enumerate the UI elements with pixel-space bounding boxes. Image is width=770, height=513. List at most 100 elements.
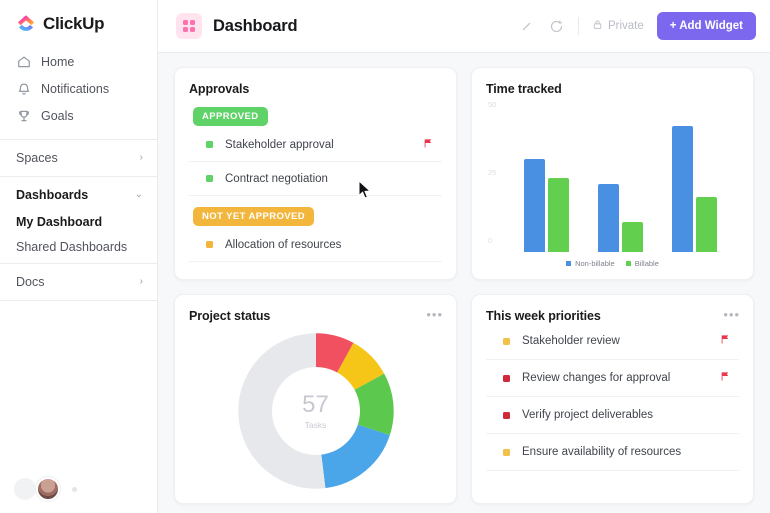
approvals-widget: Approvals APPROVED Stakeholder approval … [174,67,457,280]
sidebar-item-my-dashboard[interactable]: My Dashboard [0,209,157,234]
sidebar-item-dashboards[interactable]: Dashboards ⌄ [0,181,157,209]
bar-non-billable[interactable] [524,159,545,252]
task-label: Contract negotiation [225,173,328,185]
bar-billable[interactable] [622,222,643,252]
task-label: Ensure availability of resources [522,446,681,458]
brand-name: ClickUp [43,14,104,34]
clickup-logo-icon [16,14,36,34]
status-dot [206,175,213,182]
status-dot [206,141,213,148]
priority-dot [503,338,510,345]
clickup-dashboard-app: ClickUp Home Notifications Goals [0,0,770,513]
priority-flag-icon[interactable] [423,136,434,154]
y-axis-tick-50: 50 [488,100,496,109]
main-area: Dashboard Private + Add Widget [158,0,770,513]
legend-swatch [626,261,631,266]
trophy-icon [16,108,31,123]
priority-flag-icon[interactable] [720,369,731,387]
more-options-icon[interactable]: ••• [426,308,443,321]
widget-title: Approvals [189,82,442,96]
list-item[interactable]: Verify project deliverables [486,397,739,434]
page-title: Dashboard [213,17,297,36]
sidebar-item-spaces[interactable]: Spaces › [0,144,157,172]
bar-chart: 50 25 0 [486,102,739,252]
add-widget-button[interactable]: + Add Widget [657,12,756,40]
bar-billable[interactable] [696,197,717,252]
chevron-right-icon: › [140,277,143,287]
lock-icon [592,19,603,33]
status-dot [206,241,213,248]
sidebar-item-label: Home [41,55,74,69]
donut-ring: 57 Tasks [236,331,396,491]
donut-center: 57 Tasks [272,367,360,455]
chevron-right-icon: › [140,153,143,163]
bar-group [524,102,569,252]
priority-dot [503,449,510,456]
widget-title: Project status [189,309,442,323]
table-row[interactable]: Contract negotiation [189,162,442,196]
more-options-icon[interactable]: ••• [723,308,740,321]
legend-item-billable[interactable]: Billable [626,259,659,268]
task-label: Stakeholder review [522,335,620,347]
legend-label: Non-billable [575,259,615,268]
project-status-widget: Project status ••• [174,294,457,504]
chart-legend: Non-billable Billable [486,259,739,268]
sidebar-item-label: Goals [41,109,74,123]
sidebar-divider-1 [0,139,157,140]
topbar: Dashboard Private + Add Widget [158,0,770,53]
table-row[interactable]: Allocation of resources [189,228,442,262]
status-badge-approved: APPROVED [193,107,268,126]
priority-flag-icon[interactable] [720,332,731,350]
y-axis-tick-25: 25 [488,168,496,177]
time-tracked-widget: Time tracked 50 25 0 [471,67,754,280]
widget-title: Time tracked [486,82,739,96]
status-badge-not-yet-approved: NOT YET APPROVED [193,207,314,226]
task-label: Allocation of resources [225,239,341,251]
primary-nav: Home Notifications Goals [0,46,157,135]
sidebar-item-goals[interactable]: Goals [0,102,157,129]
sidebar-divider-2 [0,176,157,177]
y-axis-tick-0: 0 [488,236,492,245]
sidebar-item-label: Notifications [41,82,109,96]
sidebar-item-docs[interactable]: Docs › [0,268,157,296]
bar-non-billable[interactable] [598,184,619,252]
home-icon [16,54,31,69]
placeholder-avatar [14,478,36,500]
legend-item-non-billable[interactable]: Non-billable [566,259,615,268]
list-item[interactable]: Ensure availability of resources [486,434,739,471]
table-row[interactable]: Stakeholder approval [189,128,442,162]
bar-group [598,102,643,252]
task-label: Verify project deliverables [522,409,653,421]
topbar-actions: Private + Add Widget [518,12,756,40]
privacy-toggle[interactable]: Private [592,19,644,33]
donut-center-label: Tasks [305,420,327,430]
sidebar-item-label: My Dashboard [16,215,102,229]
sidebar-item-home[interactable]: Home [0,48,157,75]
topbar-divider [578,17,579,35]
legend-swatch [566,261,571,266]
list-item[interactable]: Review changes for approval [486,360,739,397]
list-item[interactable]: Stakeholder review [486,323,739,360]
refresh-icon[interactable] [548,18,565,35]
task-label: Stakeholder approval [225,139,334,151]
expand-icon[interactable] [518,18,535,35]
priority-dot [503,375,510,382]
widget-title: This week priorities [486,309,739,323]
donut-center-value: 57 [302,393,329,417]
bar-non-billable[interactable] [672,126,693,252]
brand[interactable]: ClickUp [0,0,157,46]
sidebar-item-notifications[interactable]: Notifications [0,75,157,102]
sidebar-item-label: Docs [16,275,44,289]
sidebar-divider-3 [0,263,157,264]
chevron-down-icon: ⌄ [135,190,143,200]
dashboard-grid-icon [176,13,202,39]
priority-dot [503,412,510,419]
bar-billable[interactable] [548,178,569,252]
chart-plot-area [510,102,731,252]
avatar[interactable] [36,477,60,501]
sidebar-footer [0,477,158,501]
sidebar-item-label: Shared Dashboards [16,240,127,254]
sidebar-divider-4 [0,300,157,301]
sidebar-item-shared-dashboards[interactable]: Shared Dashboards [0,234,157,259]
legend-label: Billable [635,259,659,268]
